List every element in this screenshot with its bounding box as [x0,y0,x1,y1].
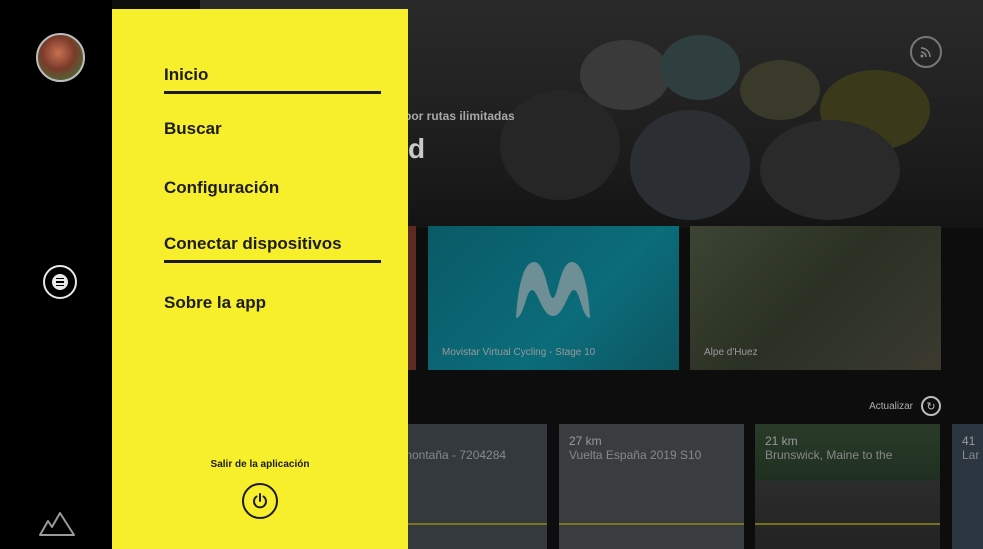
movistar-logo-icon [516,262,590,318]
drawer-item-buscar[interactable]: Buscar [164,119,222,139]
drawer-item-inicio[interactable]: Inicio [164,65,384,94]
power-icon [253,493,267,509]
refresh-icon[interactable]: ↻ [921,396,941,416]
drawer-item-configuracion[interactable]: Configuración [164,178,279,198]
elevation-profile [755,523,940,525]
route-distance: 41 [962,434,976,448]
menu-button[interactable] [43,265,77,299]
elevation-profile [559,523,744,525]
signal-icon[interactable] [910,36,942,68]
featured-card-title: Alpe d'Huez [704,347,758,358]
featured-card-alpe[interactable]: Alpe d'Huez [690,226,941,370]
route-distance: 27 km [569,434,602,448]
refresh-row[interactable]: Actualizar ↻ [869,396,941,416]
featured-card-movistar[interactable]: Movistar Virtual Cycling - Stage 10 [428,226,679,370]
mountain-logo-icon [39,512,75,536]
route-name: Vuelta España 2019 S10 [569,448,702,462]
route-card[interactable]: 41 Lar [952,424,983,549]
exit-label: Salir de la aplicación [210,459,310,470]
menu-icon [52,274,68,290]
drawer-item-sobre-la-app[interactable]: Sobre la app [164,293,266,313]
route-name: Brunswick, Maine to the [765,448,893,462]
route-name: Lar [962,448,980,462]
route-card[interactable]: 21 km Brunswick, Maine to the [755,424,940,549]
route-card[interactable]: 27 km Vuelta España 2019 S10 [559,424,744,549]
featured-card-title: Movistar Virtual Cycling - Stage 10 [442,347,596,358]
left-rail [0,0,112,549]
user-avatar[interactable] [36,33,85,82]
elevation-profile [408,523,547,525]
route-name: montaña - 7204284 [408,448,507,462]
navigation-drawer: Inicio Buscar Configuración Conectar dis… [112,9,408,549]
refresh-label: Actualizar [869,400,913,412]
power-button[interactable] [242,483,278,519]
route-card[interactable]: montaña - 7204284 [408,424,547,549]
drawer-item-conectar-dispositivos[interactable]: Conectar dispositivos [164,234,381,263]
route-distance: 21 km [765,434,798,448]
hero-title: d [408,133,426,164]
